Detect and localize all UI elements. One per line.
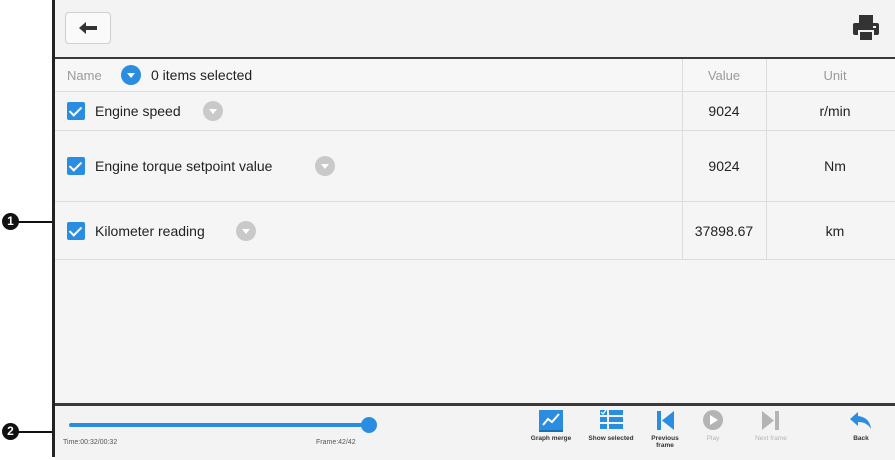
parameter-unit: Nm: [824, 158, 846, 174]
value-column-header: Value: [707, 68, 741, 83]
name-column-header: Name: [67, 68, 102, 83]
row-checkbox[interactable]: [67, 102, 85, 120]
play-label: Play: [706, 435, 720, 442]
back-button[interactable]: [65, 12, 111, 44]
callout-2-line: [18, 431, 54, 433]
progress-slider-thumb[interactable]: [361, 417, 377, 433]
parameter-name: Engine torque setpoint value: [95, 158, 273, 174]
callout-1: 1: [2, 213, 19, 230]
data-stream-table: Name 0 items selected Value Unit Engine …: [55, 59, 895, 399]
row-checkbox[interactable]: [67, 222, 85, 240]
column-divider: [766, 131, 767, 201]
parameter-name: Kilometer reading: [95, 223, 205, 239]
column-divider: [766, 202, 767, 259]
printer-icon: [853, 15, 879, 42]
column-divider: [766, 59, 767, 91]
show-selected-button[interactable]: Show selected: [583, 408, 639, 456]
parameter-value: 37898.67: [694, 223, 754, 239]
unit-column-header: Unit: [823, 68, 847, 83]
play-icon: [703, 410, 723, 430]
next-frame-label: Next frame: [755, 435, 787, 442]
back-return-icon: [850, 412, 871, 429]
parameter-dropdown-icon[interactable]: [236, 221, 256, 241]
table-row[interactable]: Kilometer reading 37898.67 km: [55, 202, 895, 260]
previous-frame-icon: [657, 411, 674, 430]
column-divider: [766, 92, 767, 130]
callout-1-line: [18, 221, 54, 223]
show-selected-label: Show selected: [588, 435, 634, 442]
previous-frame-button[interactable]: Previous frame: [643, 408, 687, 456]
previous-frame-label: Previous frame: [651, 435, 679, 449]
parameter-dropdown-icon[interactable]: [203, 101, 223, 121]
parameter-dropdown-icon[interactable]: [315, 156, 335, 176]
parameter-unit: km: [825, 223, 845, 239]
table-header: Name 0 items selected Value Unit: [55, 59, 895, 92]
graph-merge-icon: [539, 410, 563, 432]
parameter-value: 9024: [708, 158, 740, 174]
frame-label: Frame:42/42: [316, 439, 356, 446]
graph-merge-label: Graph merge: [530, 435, 572, 442]
graph-merge-button[interactable]: Graph merge: [523, 408, 579, 456]
top-toolbar: [55, 0, 895, 59]
next-frame-button[interactable]: Next frame: [743, 408, 799, 456]
app-screen: Name 0 items selected Value Unit Engine …: [52, 0, 895, 460]
table-row[interactable]: Engine torque setpoint value 9024 Nm: [55, 131, 895, 202]
playback-bar: Time:00:32/00:32 Frame:42/42 Graph merge…: [55, 403, 895, 460]
time-label: Time:00:32/00:32: [63, 439, 118, 446]
selection-count: 0 items selected: [151, 67, 253, 83]
back-playback-label: Back: [853, 435, 869, 442]
show-selected-icon: [600, 409, 623, 429]
select-dropdown-icon[interactable]: [121, 65, 141, 85]
next-frame-icon: [762, 411, 779, 430]
callout-2: 2: [2, 423, 19, 440]
play-button[interactable]: Play: [691, 408, 735, 456]
table-row[interactable]: Engine speed 9024 r/min: [55, 92, 895, 131]
back-playback-button[interactable]: Back: [839, 408, 883, 456]
parameter-unit: r/min: [819, 103, 851, 119]
row-checkbox[interactable]: [67, 157, 85, 175]
parameter-name: Engine speed: [95, 103, 181, 119]
parameter-value: 9024: [708, 103, 740, 119]
back-arrow-icon: [79, 22, 97, 34]
progress-slider[interactable]: [69, 423, 369, 427]
print-button[interactable]: [851, 14, 881, 42]
